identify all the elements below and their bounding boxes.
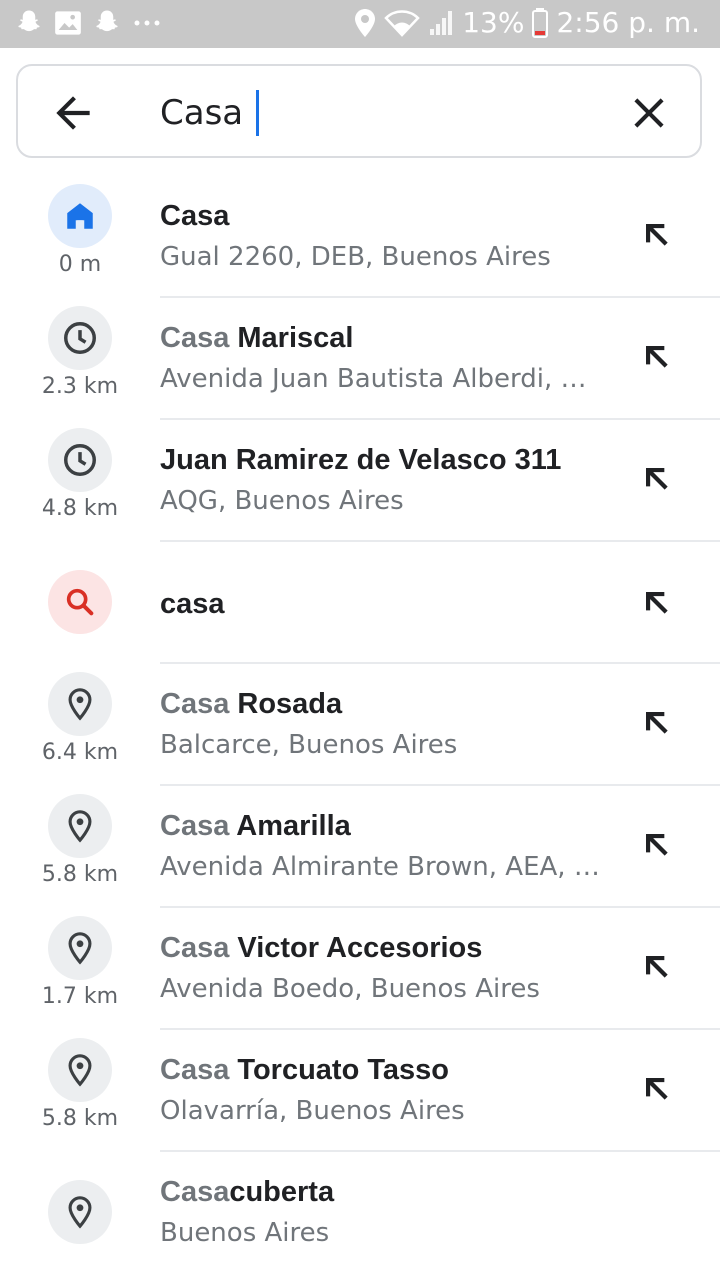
fill-query-arrow-icon[interactable] bbox=[636, 336, 676, 376]
suggestion-title: casa bbox=[160, 588, 225, 620]
snapchat-icon-2 bbox=[96, 10, 118, 32]
suggestion-item[interactable]: 1.7 km Casa Victor Accesorios Avenida Bo… bbox=[0, 908, 720, 1030]
search-badge bbox=[48, 570, 112, 634]
status-bar: 13% 2:56 p. m. bbox=[0, 0, 720, 48]
image-icon bbox=[55, 11, 81, 35]
suggestion-address: Buenos Aires bbox=[160, 1218, 330, 1248]
clear-search-button[interactable] bbox=[624, 88, 674, 138]
fill-query-arrow-icon[interactable] bbox=[636, 946, 676, 986]
suggestion-item[interactable]: 4.8 km Juan Ramirez de Velasco 311 AQG, … bbox=[0, 420, 720, 542]
suggestion-item[interactable]: 6.4 km Casa Rosada Balcarce, Buenos Aire… bbox=[0, 664, 720, 786]
location-icon bbox=[355, 8, 376, 37]
place-badge bbox=[48, 1180, 112, 1244]
home-badge bbox=[48, 184, 112, 248]
suggestion-address: Gual 2260, DEB, Buenos Aires bbox=[160, 242, 551, 272]
battery-icon bbox=[532, 7, 549, 38]
place-icon bbox=[68, 1054, 92, 1087]
fill-query-arrow-icon[interactable] bbox=[636, 214, 676, 254]
place-badge bbox=[48, 672, 112, 736]
suggestion-item[interactable]: 5.8 km Casa Amarilla Avenida Almirante B… bbox=[0, 786, 720, 908]
place-badge bbox=[48, 794, 112, 858]
signal-icon bbox=[430, 10, 453, 35]
place-icon bbox=[68, 810, 92, 843]
suggestion-title: Casa bbox=[160, 200, 230, 232]
distance-label: 1.7 km bbox=[41, 984, 119, 1009]
suggestion-title: Casa Amarilla bbox=[160, 810, 351, 842]
battery-percent: 13% bbox=[462, 6, 525, 39]
more-icon bbox=[134, 20, 160, 26]
home-icon bbox=[67, 203, 93, 229]
history-icon bbox=[64, 444, 96, 476]
fill-query-arrow-icon[interactable] bbox=[636, 458, 676, 498]
search-bar bbox=[16, 64, 702, 158]
place-icon bbox=[68, 688, 92, 721]
suggestion-title: Casa Mariscal bbox=[160, 322, 354, 354]
suggestion-title: Casa Torcuato Tasso bbox=[160, 1054, 450, 1086]
suggestion-address: Avenida Juan Bautista Alberdi, BY… bbox=[160, 364, 600, 394]
suggestion-item[interactable]: casa bbox=[0, 542, 720, 664]
fill-query-arrow-icon[interactable] bbox=[636, 1068, 676, 1108]
suggestion-item[interactable]: 2.3 km Casa Mariscal Avenida Juan Bautis… bbox=[0, 298, 720, 420]
suggestion-list: 0 m Casa Gual 2260, DEB, Buenos Aires 2.… bbox=[0, 176, 720, 1274]
suggestion-title: Casa Victor Accesorios bbox=[160, 932, 483, 964]
distance-label: 6.4 km bbox=[41, 740, 119, 765]
place-icon bbox=[68, 932, 92, 965]
suggestion-address: AQG, Buenos Aires bbox=[160, 486, 404, 516]
suggestion-title: Juan Ramirez de Velasco 311 bbox=[160, 444, 562, 476]
suggestion-address: Avenida Boedo, Buenos Aires bbox=[160, 974, 540, 1004]
suggestion-item[interactable]: 0 m Casa Gual 2260, DEB, Buenos Aires bbox=[0, 176, 720, 298]
history-icon bbox=[64, 322, 96, 354]
place-badge bbox=[48, 1038, 112, 1102]
distance-label: 5.8 km bbox=[41, 862, 119, 887]
notification-icons bbox=[14, 8, 162, 38]
search-icon bbox=[66, 588, 94, 616]
place-badge bbox=[48, 916, 112, 980]
suggestion-title: Casa Rosada bbox=[160, 688, 343, 720]
close-icon bbox=[634, 98, 664, 128]
distance-label: 2.3 km bbox=[41, 374, 119, 399]
snapchat-icon bbox=[18, 10, 40, 32]
fill-query-arrow-icon[interactable] bbox=[636, 702, 676, 742]
distance-label: 4.8 km bbox=[41, 496, 119, 521]
suggestion-title: Casacuberta bbox=[160, 1176, 335, 1208]
place-icon bbox=[68, 1196, 92, 1229]
wifi-icon bbox=[384, 9, 420, 37]
back-button[interactable] bbox=[48, 88, 98, 138]
suggestion-item[interactable]: 5.8 km Casa Torcuato Tasso Olavarría, Bu… bbox=[0, 1030, 720, 1152]
fill-query-arrow-icon[interactable] bbox=[636, 824, 676, 864]
back-arrow-icon bbox=[56, 96, 90, 130]
distance-label: 0 m bbox=[58, 252, 102, 277]
suggestion-item[interactable]: Casacuberta Buenos Aires bbox=[0, 1152, 720, 1274]
text-caret bbox=[256, 90, 259, 136]
fill-query-arrow-icon[interactable] bbox=[636, 582, 676, 622]
system-indicators: 13% 2:56 p. m. bbox=[354, 6, 700, 39]
suggestion-address: Olavarría, Buenos Aires bbox=[160, 1096, 465, 1126]
search-input[interactable] bbox=[160, 86, 600, 140]
distance-label: 5.8 km bbox=[41, 1106, 119, 1131]
history-badge bbox=[48, 428, 112, 492]
suggestion-address: Avenida Almirante Brown, AEA, Bu… bbox=[160, 852, 600, 882]
suggestion-address: Balcarce, Buenos Aires bbox=[160, 730, 458, 760]
clock: 2:56 p. m. bbox=[556, 6, 700, 39]
history-badge bbox=[48, 306, 112, 370]
